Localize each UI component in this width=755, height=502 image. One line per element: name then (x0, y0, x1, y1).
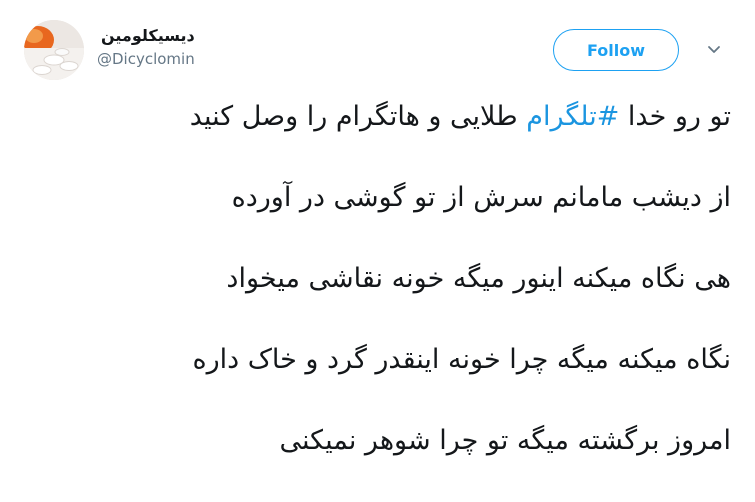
tweet-line-5: امروز برگشته میگه تو چرا شوهر نمیکنی (279, 425, 732, 456)
avatar[interactable] (24, 20, 84, 80)
tweet-line-4: نگاه میکنه میگه چرا خونه اینقدر گرد و خا… (192, 344, 731, 375)
tweet-line-2: از دیشب مامانم سرش از تو گوشی در آورده (231, 182, 731, 213)
chevron-down-icon (708, 46, 720, 53)
tweet-author: دیسیکلومین @Dicyclomin (97, 26, 195, 70)
follow-button[interactable]: Follow (553, 29, 679, 71)
tweet-line-3: هی نگاه میکنه اینور میگه خونه نقاشی میخو… (226, 263, 731, 294)
tweet-menu-button[interactable] (705, 42, 723, 56)
hashtag-link[interactable]: #تلگرام (526, 101, 619, 132)
tweet-line-1-end: طلایی و هاتگرام را وصل کنید (189, 101, 527, 132)
tweet-line-1-start: تو رو خدا (619, 101, 731, 132)
pills-avatar-icon (24, 20, 84, 80)
tweet-text: تو رو خدا #تلگرام طلایی و هاتگرام را وصل… (31, 97, 731, 502)
tweet-line-1: تو رو خدا #تلگرام طلایی و هاتگرام را وصل… (31, 97, 731, 137)
author-handle[interactable]: @Dicyclomin (97, 48, 195, 70)
author-display-name[interactable]: دیسیکلومین (97, 26, 195, 46)
